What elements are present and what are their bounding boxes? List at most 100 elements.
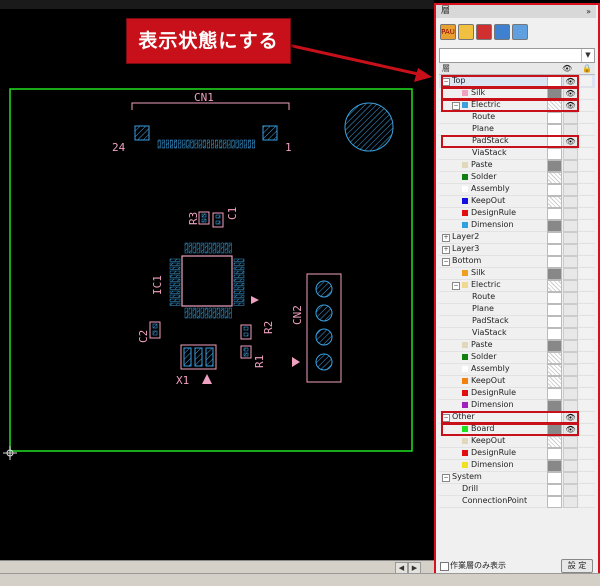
collapse-tree-icon[interactable]: − (442, 78, 450, 86)
cn1-pad (243, 139, 247, 149)
ic1-pad (233, 302, 245, 306)
panel-title: 層 (441, 6, 451, 16)
collapse-tree-icon[interactable]: − (452, 282, 460, 290)
lock-toggle[interactable] (580, 496, 592, 506)
layer-label: Top (452, 76, 466, 85)
color-select-cell[interactable] (547, 496, 562, 508)
lock-toggle[interactable] (580, 472, 592, 482)
layer-row-connectionpoint[interactable]: ConnectionPoint (439, 495, 595, 508)
layer-label: ConnectionPoint (462, 496, 528, 505)
lock-toggle[interactable] (580, 100, 592, 110)
lock-toggle[interactable] (580, 184, 592, 194)
pau-button[interactable]: PAU (440, 24, 456, 40)
window-icon[interactable] (512, 24, 528, 40)
ic1-pad (169, 274, 181, 278)
lock-toggle[interactable] (580, 448, 592, 458)
lock-toggle[interactable] (580, 292, 592, 302)
lock-toggle[interactable] (580, 124, 592, 134)
layer-color-swatch (462, 342, 468, 348)
ic1-pad (233, 290, 245, 294)
mounting-hole (344, 102, 394, 152)
lock-toggle[interactable] (580, 376, 592, 386)
lock-toggle[interactable] (580, 436, 592, 446)
lock-toggle[interactable] (580, 388, 592, 398)
x1-pin1-marker (202, 374, 212, 384)
lock-toggle[interactable] (580, 400, 592, 410)
lock-toggle[interactable] (580, 208, 592, 218)
r3-label: R3 (187, 212, 200, 225)
settings-button[interactable]: 設 定 (561, 559, 593, 573)
collapse-tree-icon[interactable]: − (452, 102, 460, 110)
pcb-canvas[interactable]: CN1 24 1 R3 C1 IC1 CN2 C2 R2 R1 X1 ◀ ▶ (0, 0, 434, 574)
layer-label: DesignRule (471, 388, 517, 397)
work-layer-only-checkbox[interactable] (440, 562, 449, 571)
eye-header-icon: 👁 (562, 64, 573, 73)
lock-toggle[interactable] (580, 196, 592, 206)
layer-label: PadStack (472, 316, 509, 325)
r2-label: R2 (262, 321, 275, 334)
layer-color-swatch (462, 450, 468, 456)
lock-toggle[interactable] (580, 280, 592, 290)
ic1-pad (188, 307, 192, 319)
lock-toggle[interactable] (580, 340, 592, 350)
layer-set-dropdown[interactable]: ▼ (439, 48, 595, 63)
lock-toggle[interactable] (580, 220, 592, 230)
ic1-pad (169, 294, 181, 298)
collapse-icon[interactable]: » (586, 5, 591, 18)
lock-toggle[interactable] (580, 244, 592, 254)
chevron-down-icon[interactable]: ▼ (581, 49, 594, 62)
lock-toggle[interactable] (580, 160, 592, 170)
horizontal-scrollbar[interactable]: ◀ ▶ (0, 560, 434, 574)
visibility-toggle[interactable] (563, 496, 578, 508)
ic1-pad (208, 307, 212, 319)
layer-color-swatch (462, 222, 468, 228)
ic1-pad (233, 266, 245, 270)
lock-toggle[interactable] (580, 256, 592, 266)
expand-icon[interactable]: + (442, 246, 450, 254)
collapse-tree-icon[interactable]: − (442, 258, 450, 266)
layer-color-swatch (462, 174, 468, 180)
lock-toggle[interactable] (580, 460, 592, 470)
layer-label: Assembly (471, 364, 510, 373)
ic1-pad (216, 242, 220, 254)
lock-toggle[interactable] (580, 232, 592, 242)
lock-toggle[interactable] (580, 88, 592, 98)
layers-icon[interactable] (476, 24, 492, 40)
layer-label: Layer2 (452, 232, 480, 241)
lock-toggle[interactable] (580, 136, 592, 146)
cn1-pad (174, 139, 178, 149)
lock-toggle[interactable] (580, 424, 592, 434)
cn1-pad (227, 139, 231, 149)
cn1-pad (157, 139, 161, 149)
layer-label: Electric (471, 100, 501, 109)
layer-color-swatch (462, 162, 468, 168)
layer-label: KeepOut (471, 436, 506, 445)
lock-toggle[interactable] (580, 172, 592, 182)
layer-label: Plane (472, 124, 494, 133)
ic1-pad (204, 307, 208, 319)
lock-toggle[interactable] (580, 268, 592, 278)
expand-icon[interactable]: + (442, 234, 450, 242)
cn1-pad (252, 139, 255, 149)
layer-label: Solder (471, 352, 497, 361)
lock-toggle[interactable] (580, 352, 592, 362)
lock-toggle[interactable] (580, 304, 592, 314)
lock-toggle[interactable] (580, 316, 592, 326)
ic1-pad (169, 282, 181, 286)
lock-toggle[interactable] (580, 364, 592, 374)
lock-toggle[interactable] (580, 412, 592, 422)
lock-toggle[interactable] (580, 328, 592, 338)
folder-icon[interactable] (458, 24, 474, 40)
collapse-tree-icon[interactable]: − (442, 414, 450, 422)
panel-footer: 作業層のみ表示 設 定 (436, 559, 596, 573)
ic1-pad (216, 307, 220, 319)
ic1-pads (169, 242, 245, 319)
pcb-drawing[interactable]: CN1 24 1 R3 C1 IC1 CN2 C2 R2 R1 X1 (0, 0, 434, 560)
lock-toggle[interactable] (580, 484, 592, 494)
lock-toggle[interactable] (580, 76, 592, 86)
lock-toggle[interactable] (580, 112, 592, 122)
ic1-pad (169, 286, 181, 290)
lock-toggle[interactable] (580, 148, 592, 158)
chat-icon[interactable] (494, 24, 510, 40)
collapse-tree-icon[interactable]: − (442, 474, 450, 482)
